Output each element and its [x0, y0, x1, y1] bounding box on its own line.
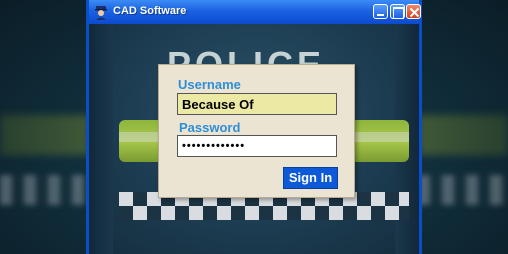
- login-dialog: Username Password ••••••••••••• Sign In: [158, 64, 355, 198]
- password-field[interactable]: •••••••••••••: [177, 135, 337, 157]
- close-icon: [409, 7, 420, 18]
- window-content: POLICE Username Password ••••••••••••• S…: [89, 24, 419, 254]
- backdrop-hivis-left: [0, 115, 90, 155]
- username-field[interactable]: [177, 93, 337, 115]
- username-label: Username: [178, 77, 241, 92]
- sign-in-button[interactable]: Sign In: [283, 167, 338, 189]
- backdrop-checker-right: [418, 175, 508, 205]
- backdrop-checker-left: [0, 175, 90, 205]
- backdrop-hivis-right: [418, 115, 508, 155]
- password-label: Password: [179, 120, 241, 135]
- minimize-button[interactable]: [373, 4, 388, 19]
- close-button[interactable]: [406, 4, 421, 19]
- police-officer-icon: [93, 4, 109, 20]
- jacket-shoulder-left: [89, 24, 113, 254]
- maximize-button[interactable]: [390, 4, 405, 19]
- title-bar[interactable]: CAD Software: [89, 0, 421, 24]
- app-window: CAD Software POLICE Username Password ••…: [86, 0, 422, 254]
- window-title: CAD Software: [113, 5, 187, 17]
- checkered-band-row: [119, 206, 409, 220]
